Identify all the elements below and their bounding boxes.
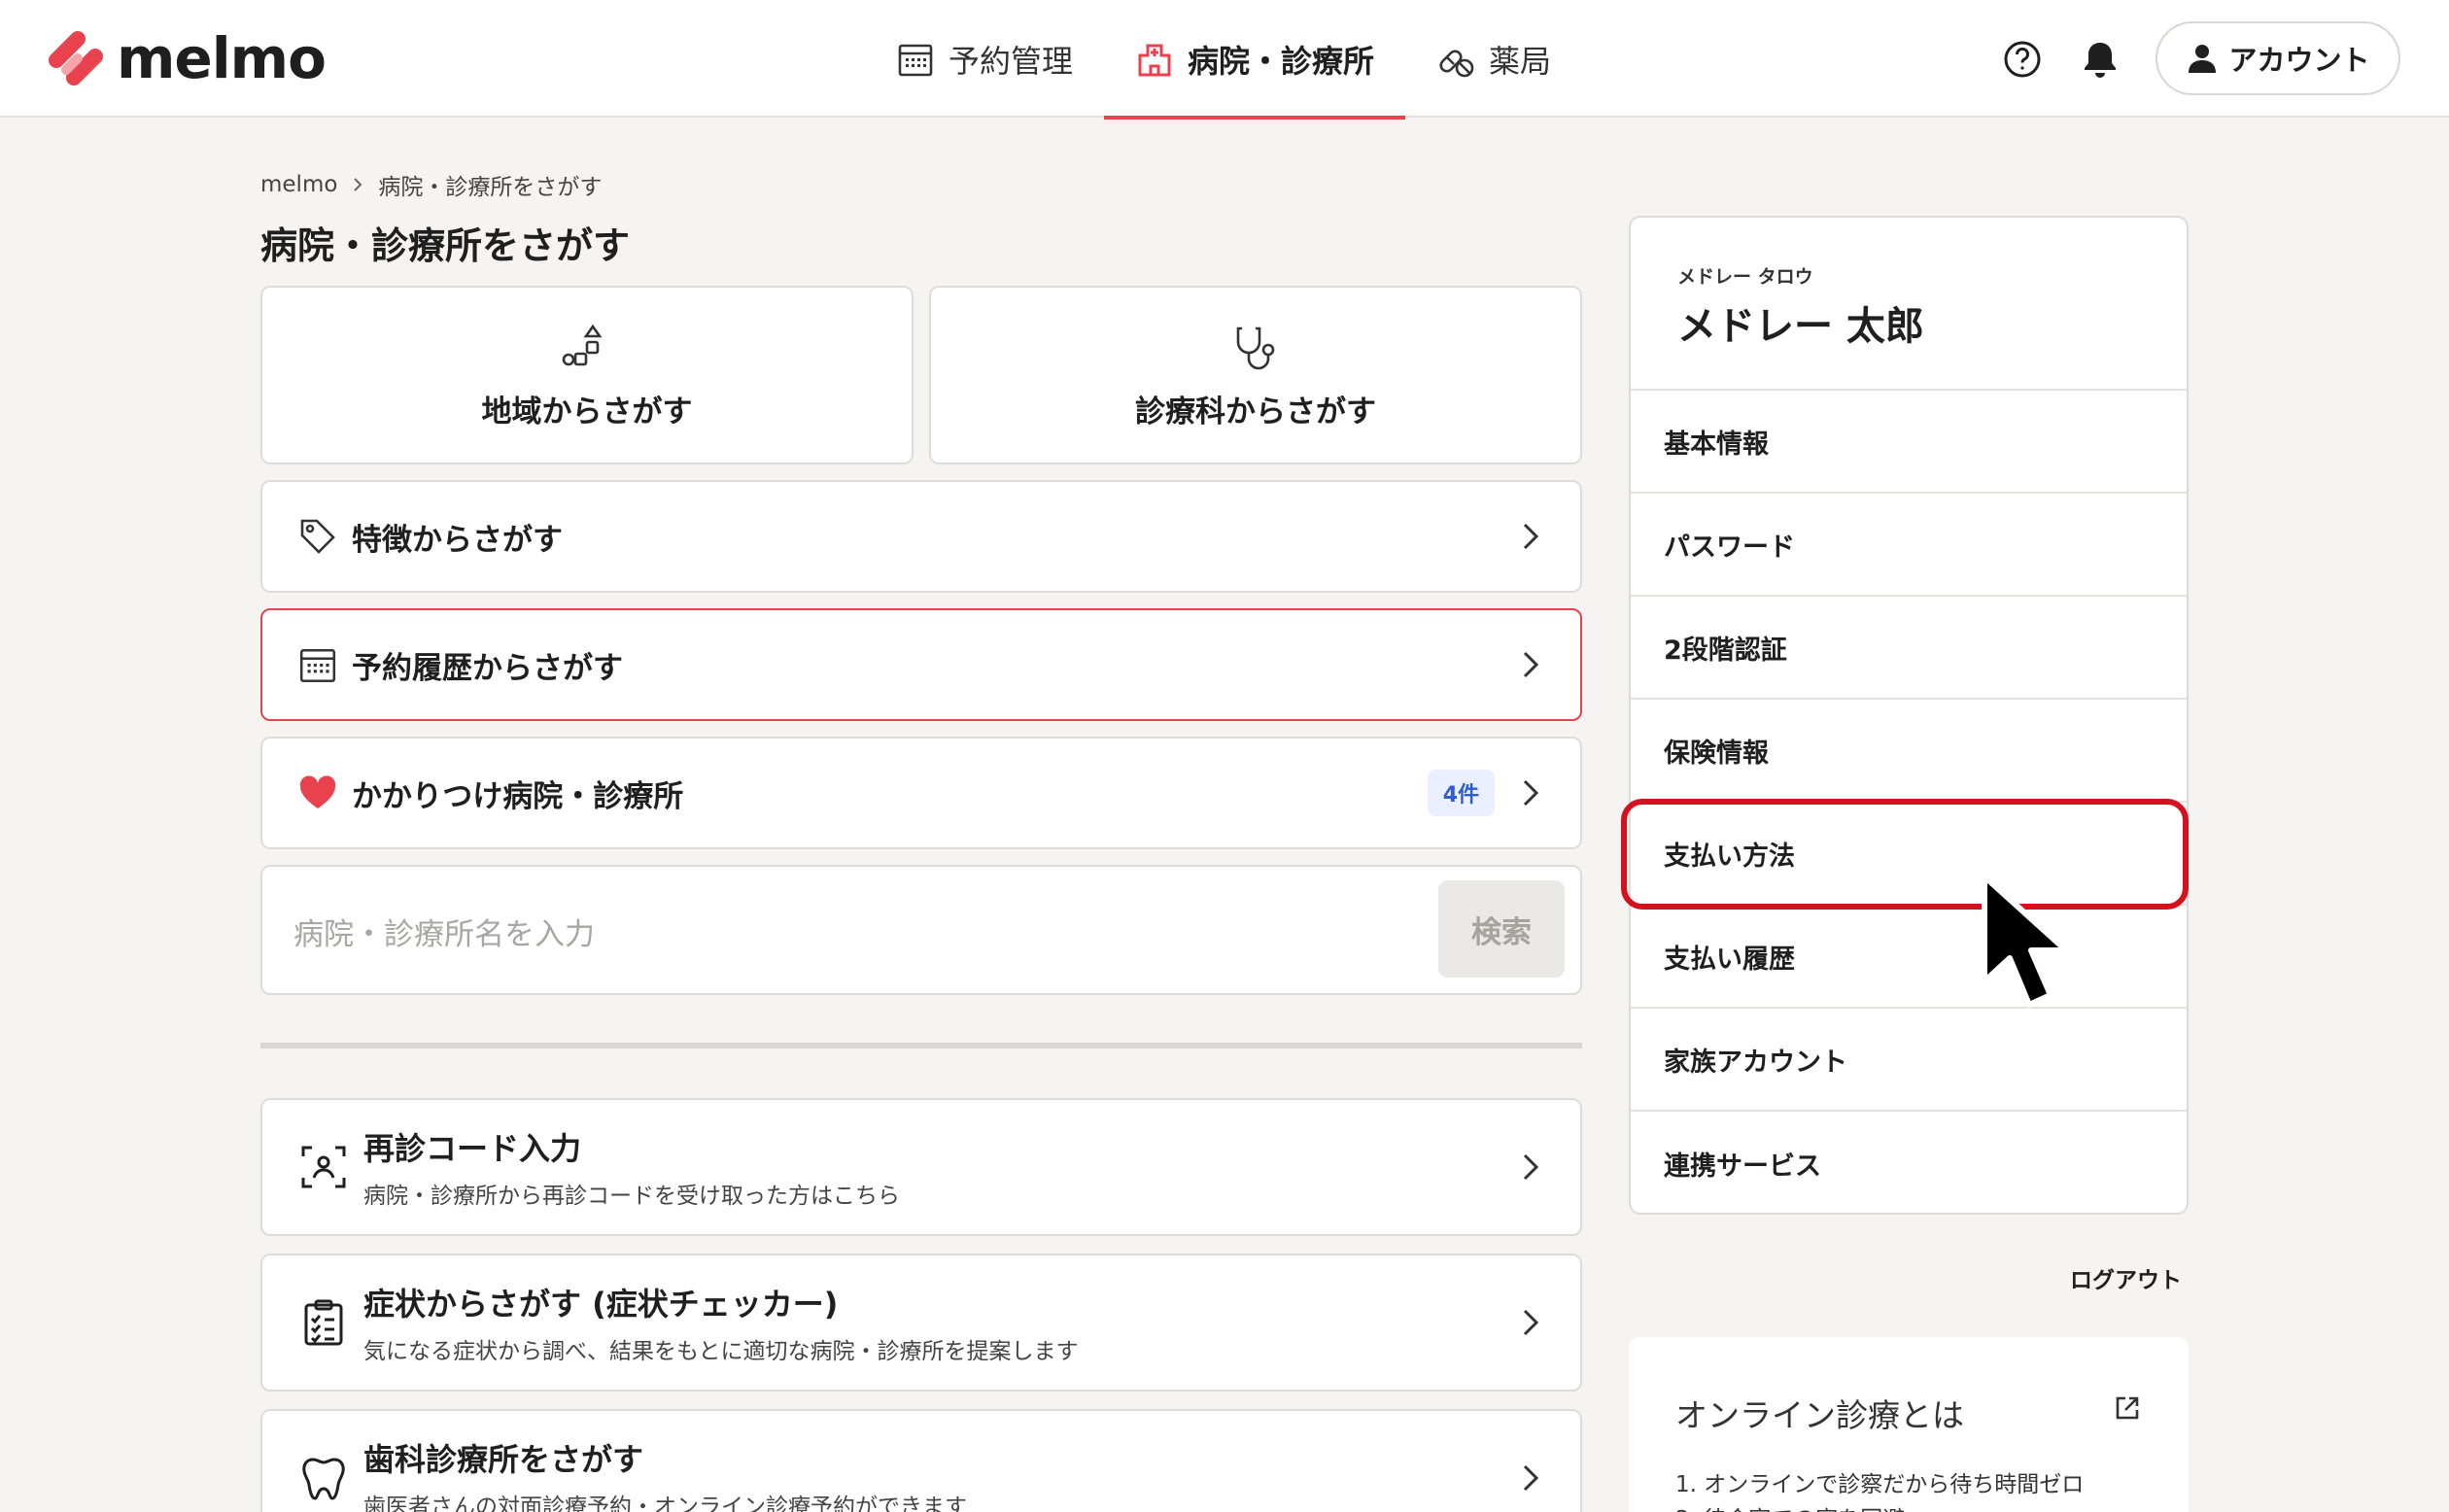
online-consultation-line-1: 1. オンラインで診察だから待ち時間ゼロ	[1675, 1472, 2085, 1497]
revisit-code-title: 再診コード入力	[363, 1130, 582, 1167]
bell-icon[interactable]	[2080, 39, 2121, 80]
search-by-feature-label: 特徴からさがす	[352, 522, 563, 558]
online-consultation-card[interactable]: オンライン診療とは 1. オンラインで診察だから待ち時間ゼロ 2. 待合室での密…	[1629, 1337, 2189, 1512]
nav-hospitals-label: 病院・診療所	[1188, 42, 1375, 80]
user-icon	[2189, 45, 2217, 73]
profile-header: メドレー タロウ メドレー 太郎	[1631, 218, 2187, 391]
chevron-right-icon	[1523, 1309, 1539, 1336]
user-name: メドレー 太郎	[1677, 304, 1924, 349]
search-by-area-label: 地域からさがす	[481, 394, 693, 430]
melmo-logo-icon	[49, 31, 103, 86]
account-menu-panel: メドレー タロウ メドレー 太郎 基本情報 パスワード 2段階認証 保険情報 支…	[1629, 216, 2189, 1215]
menu-family-account[interactable]: 家族アカウント	[1631, 1009, 2187, 1112]
tooth-icon	[302, 1458, 345, 1500]
search-button[interactable]: 検索	[1438, 880, 1565, 978]
clinic-search-box: 病院・診療所名を入力 検索	[260, 865, 1582, 995]
dental-search-title: 歯科診療所をさがす	[363, 1441, 644, 1478]
dental-search-text: 歯科診療所をさがす 歯医者さんの対面診療予約・オンライン診療予約ができます	[363, 1435, 1516, 1512]
face-scan-icon	[301, 1146, 346, 1188]
logout-link[interactable]: ログアウト	[2070, 1261, 2182, 1294]
favorite-clinics-label: かかりつけ病院・診療所	[352, 778, 684, 814]
dental-search-card[interactable]: 歯科診療所をさがす 歯医者さんの対面診療予約・オンライン診療予約ができます	[260, 1409, 1582, 1512]
revisit-code-desc: 病院・診療所から再診コードを受け取った方はこちら	[363, 1184, 900, 1209]
revisit-code-text: 再診コード入力 病院・診療所から再診コードを受け取った方はこちら	[363, 1124, 1516, 1210]
search-by-department-label: 診療科からさがす	[1135, 394, 1376, 430]
main-nav: 予約管理 病院・診療所 薬局	[865, 0, 1582, 120]
menu-insurance[interactable]: 保険情報	[1631, 700, 2187, 803]
tag-icon	[300, 519, 335, 554]
calendar-icon	[299, 649, 336, 683]
breadcrumb-chevron-icon	[354, 178, 362, 191]
nav-pharmacy-label: 薬局	[1489, 42, 1552, 80]
favorite-count-badge: 4件	[1427, 770, 1495, 816]
nav-reservations[interactable]: 予約管理	[865, 0, 1104, 118]
menu-two-factor[interactable]: 2段階認証	[1631, 597, 2187, 700]
search-by-history-label: 予約履歴からさがす	[352, 650, 623, 686]
pill-icon	[1439, 49, 1474, 77]
top-header: melmo 予約管理 病院・診療所 薬局 アカウント	[0, 0, 2449, 120]
favorite-clinics-row[interactable]: かかりつけ病院・診療所 4件	[260, 737, 1582, 849]
breadcrumb: melmo 病院・診療所をさがす	[260, 168, 602, 201]
search-by-history-row[interactable]: 予約履歴からさがす	[260, 608, 1582, 721]
account-button[interactable]: アカウント	[2156, 21, 2400, 95]
chevron-right-icon	[1523, 651, 1539, 678]
nav-reservations-label: 予約管理	[949, 42, 1074, 80]
calendar-icon	[898, 44, 933, 76]
hospital-icon	[1138, 44, 1171, 76]
menu-password[interactable]: パスワード	[1631, 494, 2187, 597]
symptom-checker-title: 症状からさがす (症状チェッカー)	[363, 1286, 839, 1323]
account-label: アカウント	[2228, 44, 2370, 77]
clipboard-check-icon	[304, 1299, 343, 1346]
user-name-kana: メドレー タロウ	[1677, 266, 1813, 288]
breadcrumb-home[interactable]: melmo	[260, 172, 337, 197]
page-title: 病院・診療所をさがす	[260, 224, 631, 267]
external-link-icon	[2116, 1396, 2139, 1420]
nav-pharmacy[interactable]: 薬局	[1405, 0, 1582, 118]
menu-linked-services[interactable]: 連携サービス	[1631, 1112, 2187, 1215]
online-consultation-title: オンライン診療とは	[1675, 1396, 1964, 1434]
search-by-department-tile[interactable]: 診療科からさがす	[929, 286, 1582, 464]
chevron-right-icon	[1523, 779, 1539, 807]
search-by-area-tile[interactable]: 地域からさがす	[260, 286, 914, 464]
melmo-logo[interactable]: melmo	[45, 25, 327, 91]
mouse-pointer-icon	[1982, 874, 2069, 1008]
payment-method-highlight	[1621, 799, 2189, 910]
stethoscope-icon	[1236, 326, 1275, 369]
nav-hospitals[interactable]: 病院・診療所	[1104, 0, 1406, 120]
menu-payment-history[interactable]: 支払い履歴	[1631, 906, 2187, 1009]
symptom-checker-text: 症状からさがす (症状チェッカー) 気になる症状から調べ、結果をもとに適切な病院…	[363, 1280, 1516, 1365]
chevron-right-icon	[1523, 1153, 1539, 1181]
symptom-checker-card[interactable]: 症状からさがす (症状チェッカー) 気になる症状から調べ、結果をもとに適切な病院…	[260, 1254, 1582, 1392]
dental-search-desc: 歯医者さんの対面診療予約・オンライン診療予約ができます	[363, 1495, 967, 1512]
area-icon	[562, 324, 603, 365]
section-divider	[260, 1043, 1582, 1048]
chevron-right-icon	[1523, 523, 1539, 550]
logo-text: melmo	[117, 25, 327, 91]
breadcrumb-current: 病院・診療所をさがす	[378, 175, 603, 200]
online-consultation-line-2: 2. 待合室での密を回避	[1675, 1500, 1905, 1512]
chevron-right-icon	[1523, 1464, 1539, 1492]
clinic-search-input[interactable]: 病院・診療所名を入力	[293, 910, 595, 953]
symptom-checker-desc: 気になる症状から調べ、結果をもとに適切な病院・診療所を提案します	[363, 1339, 1079, 1364]
search-by-feature-row[interactable]: 特徴からさがす	[260, 480, 1582, 593]
heart-icon	[299, 775, 336, 808]
menu-basic-info[interactable]: 基本情報	[1631, 391, 2187, 494]
revisit-code-card[interactable]: 再診コード入力 病院・診療所から再診コードを受け取った方はこちら	[260, 1098, 1582, 1236]
help-icon[interactable]	[2002, 39, 2043, 80]
